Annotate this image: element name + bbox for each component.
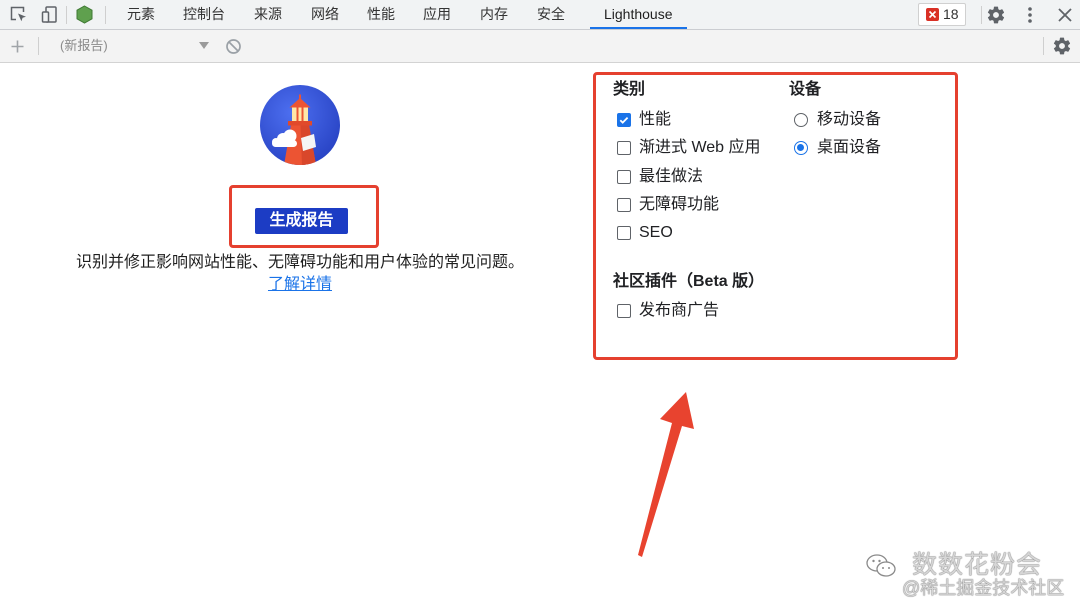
inspect-element-icon[interactable]	[9, 5, 28, 24]
device-desktop[interactable]: 桌面设备	[794, 138, 881, 158]
devtools-tab-bar: 元素 控制台 来源 网络 性能 应用 内存 安全 Lighthouse 18	[0, 0, 1080, 30]
watermark-account: 数数花粉会	[912, 551, 1043, 579]
node-hexagon-icon[interactable]	[75, 5, 94, 24]
close-icon[interactable]	[1057, 7, 1073, 23]
tab-lighthouse[interactable]: Lighthouse	[590, 0, 687, 29]
option-label: 性能	[639, 111, 672, 128]
lighthouse-logo	[260, 85, 340, 165]
radio-button[interactable]	[794, 113, 808, 127]
device-heading: 设备	[789, 81, 822, 98]
category-best-practices[interactable]: 最佳做法	[617, 167, 703, 187]
watermark-site: @稀土掘金技术社区	[902, 578, 1065, 598]
tab-elements[interactable]: 元素	[113, 0, 169, 29]
radio-button[interactable]	[794, 141, 808, 155]
gear-icon[interactable]	[1052, 36, 1072, 56]
tab-application[interactable]: 应用	[409, 0, 465, 29]
generate-report-button[interactable]: 生成报告	[255, 208, 348, 234]
tab-network[interactable]: 网络	[297, 0, 353, 29]
block-icon[interactable]	[225, 38, 242, 55]
categories-heading: 类别	[613, 81, 646, 98]
report-select[interactable]: (新报告)	[60, 38, 108, 54]
toolbar-divider	[1043, 37, 1044, 55]
lighthouse-toolbar: (新报告)	[0, 30, 1080, 63]
checkbox[interactable]	[617, 170, 631, 184]
wechat-icon	[866, 554, 896, 577]
option-label: 桌面设备	[817, 139, 882, 156]
tab-sources[interactable]: 来源	[240, 0, 296, 29]
category-pwa[interactable]: 渐进式 Web 应用	[617, 138, 761, 158]
checkbox[interactable]	[617, 141, 631, 155]
plugin-publisher-ads[interactable]: 发布商广告	[617, 301, 719, 321]
checkbox[interactable]	[617, 198, 631, 212]
toolbar-divider	[38, 37, 39, 55]
checkbox[interactable]	[617, 113, 631, 127]
option-label: 无障碍功能	[639, 196, 720, 213]
intro-description: 识别并修正影响网站性能、无障碍功能和用户体验的常见问题。	[75, 254, 524, 271]
device-mobile[interactable]: 移动设备	[794, 110, 881, 130]
category-accessibility[interactable]: 无障碍功能	[617, 195, 719, 215]
toolbar-divider	[105, 6, 106, 24]
plugins-heading: 社区插件（Beta 版）	[613, 273, 765, 290]
checkbox[interactable]	[617, 226, 631, 240]
tab-performance[interactable]: 性能	[353, 0, 409, 29]
option-label: 渐进式 Web 应用	[639, 139, 761, 156]
error-count: 18	[943, 6, 959, 22]
device-toggle-icon[interactable]	[40, 5, 59, 24]
error-count-badge[interactable]: 18	[918, 3, 966, 26]
chevron-down-icon[interactable]	[199, 42, 209, 50]
checkbox[interactable]	[617, 304, 631, 318]
category-seo[interactable]: SEO	[617, 223, 673, 243]
option-label: 最佳做法	[639, 168, 704, 185]
more-vertical-icon[interactable]	[1022, 5, 1038, 25]
tab-security[interactable]: 安全	[523, 0, 579, 29]
learn-more-link[interactable]: 了解详情	[268, 276, 332, 293]
option-label: SEO	[639, 224, 673, 241]
option-label: 发布商广告	[639, 302, 720, 319]
learn-more-row: 了解详情	[0, 276, 600, 294]
gear-icon[interactable]	[986, 5, 1006, 25]
plus-icon[interactable]	[10, 39, 25, 54]
option-label: 移动设备	[817, 111, 882, 128]
error-x-icon	[926, 8, 939, 21]
tab-memory[interactable]: 内存	[466, 0, 522, 29]
category-performance[interactable]: 性能	[617, 110, 671, 130]
tab-console[interactable]: 控制台	[169, 0, 239, 29]
toolbar-divider	[981, 6, 982, 24]
toolbar-divider	[66, 6, 67, 24]
